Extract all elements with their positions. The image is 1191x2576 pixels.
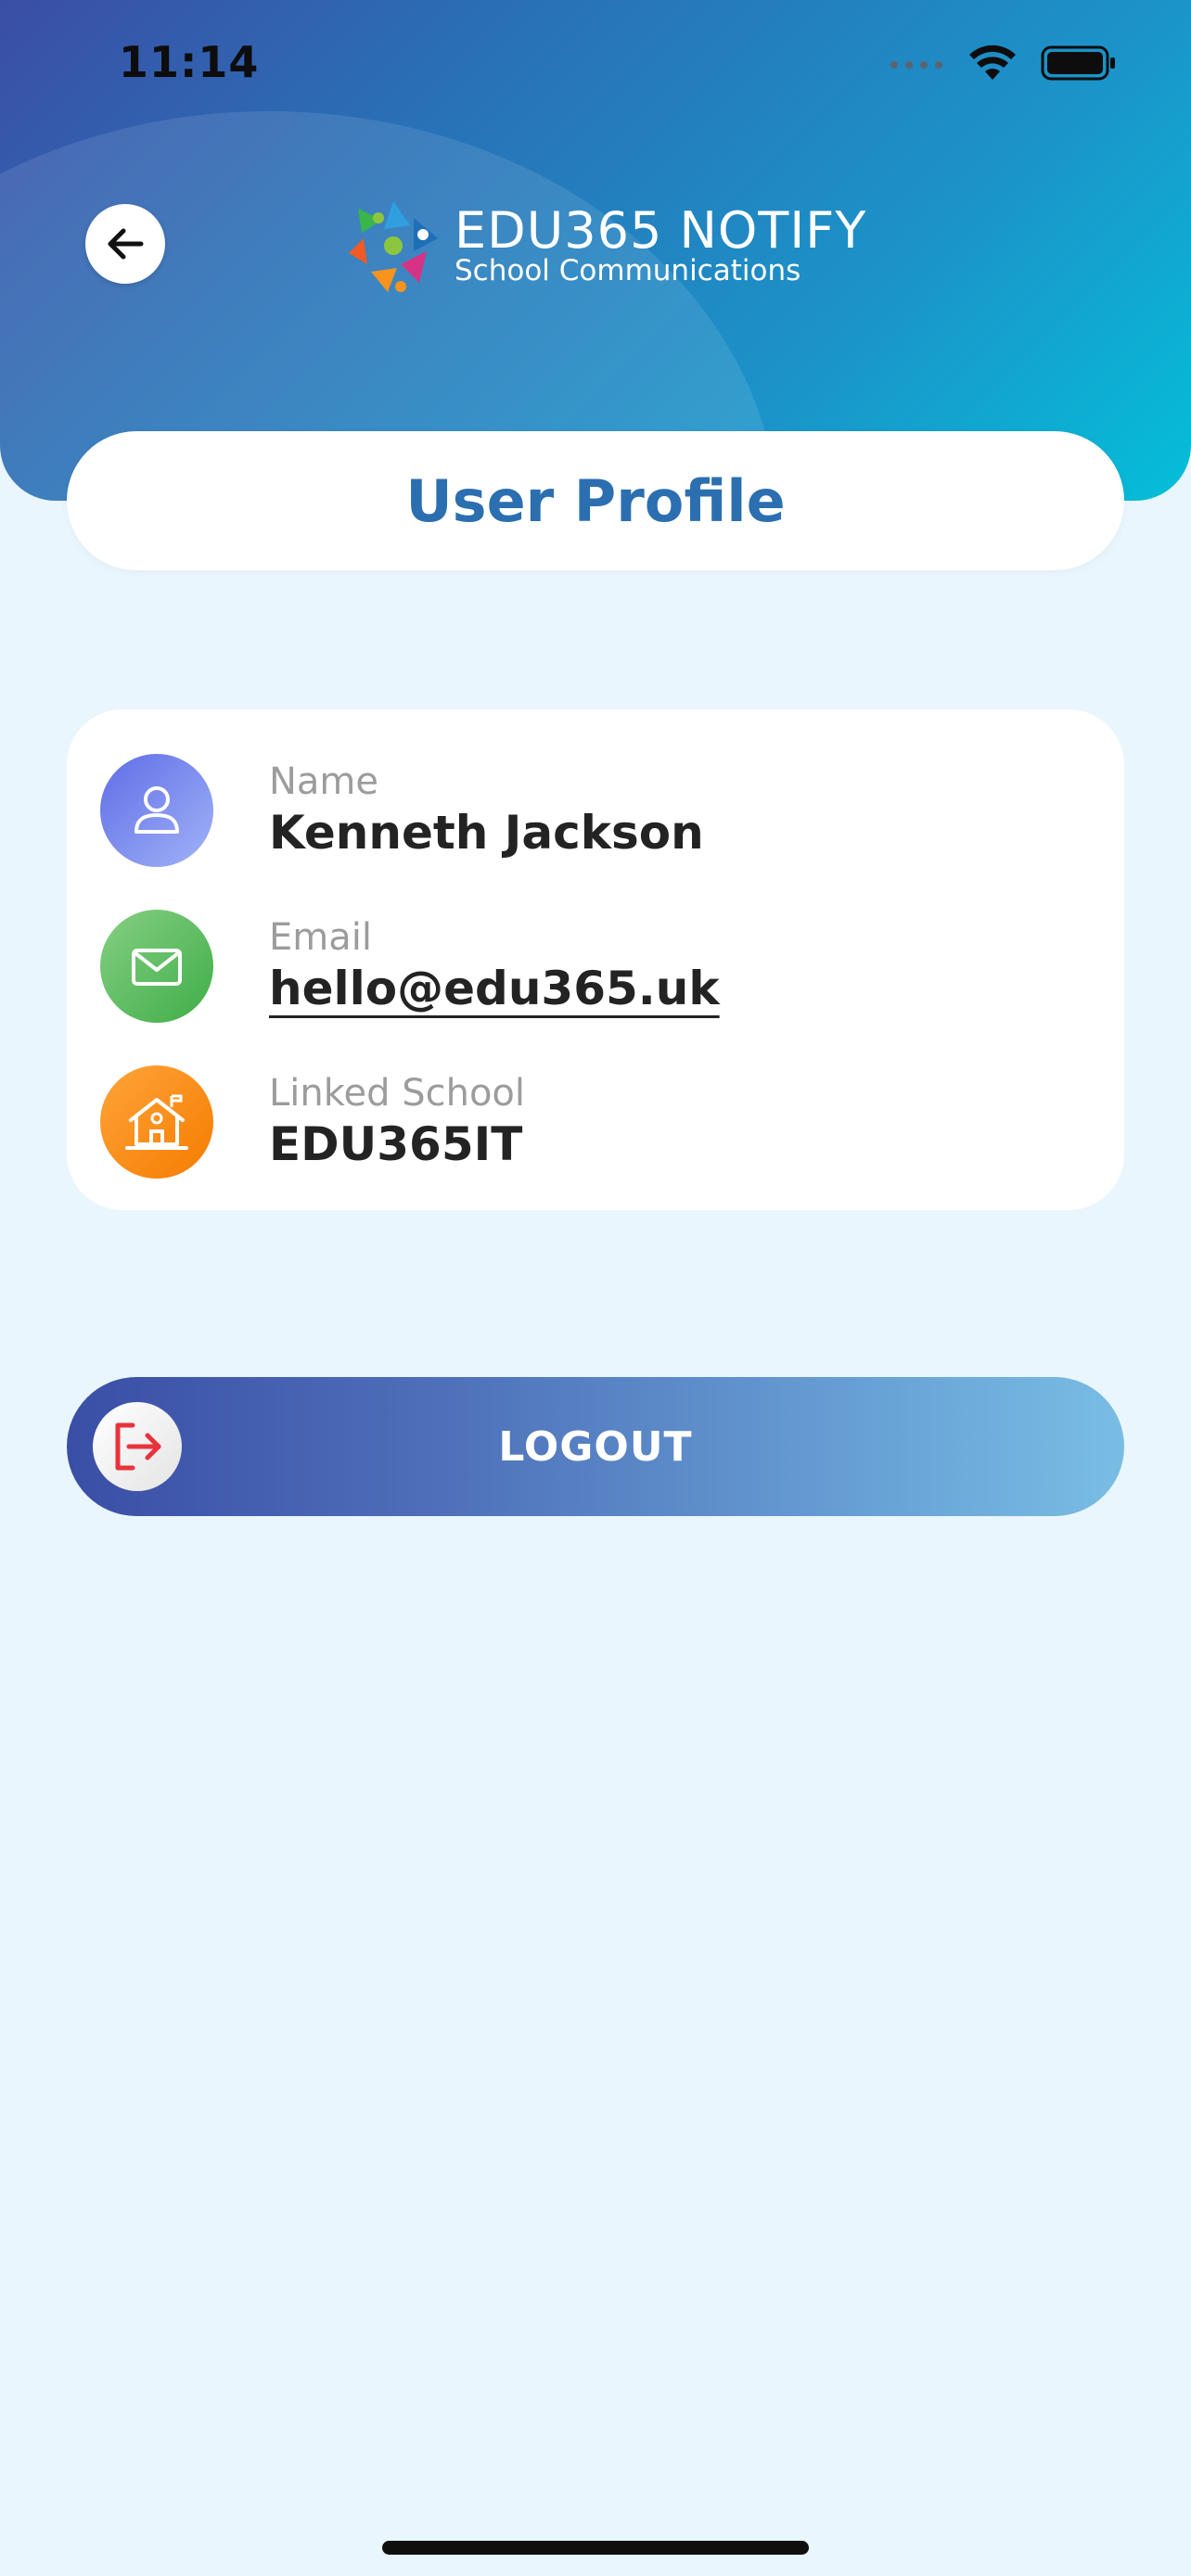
name-label: Name: [269, 760, 379, 803]
school-icon: [100, 1065, 213, 1179]
logo-text: EDU365 NOTIFY School Communications: [455, 201, 867, 288]
logout-icon: [93, 1402, 182, 1491]
school-label: Linked School: [269, 1072, 525, 1115]
back-button[interactable]: [85, 204, 165, 284]
name-text: Name Kenneth Jackson: [269, 759, 704, 861]
mail-icon: [100, 910, 213, 1023]
profile-row-school: Linked School EDU365IT: [100, 1065, 525, 1180]
user-icon: [100, 754, 213, 867]
school-text: Linked School EDU365IT: [269, 1071, 525, 1173]
email-text: Email hello@edu365.uk: [269, 915, 720, 1017]
profile-card: Name Kenneth Jackson Email hello@edu365.…: [67, 709, 1124, 1210]
name-value: Kenneth Jackson: [269, 806, 704, 860]
email-label: Email: [269, 916, 372, 959]
arrow-left-icon: [108, 228, 144, 260]
logo-icon: [349, 201, 438, 292]
status-icons: [889, 45, 1117, 82]
email-link[interactable]: hello@edu365.uk: [269, 960, 720, 1017]
home-indicator[interactable]: [382, 2541, 809, 2555]
profile-row-email: Email hello@edu365.uk: [100, 909, 720, 1024]
app-logo: EDU365 NOTIFY School Communications: [345, 195, 866, 297]
page-title-card: User Profile: [67, 431, 1124, 570]
status-time: 11:14: [119, 37, 260, 87]
profile-row-name: Name Kenneth Jackson: [100, 753, 704, 868]
logout-label: LOGOUT: [498, 1422, 693, 1471]
school-value: EDU365IT: [269, 1117, 523, 1171]
logo-title: EDU365 NOTIFY: [455, 201, 867, 260]
signal-icon: [890, 61, 942, 69]
status-bar: 11:14: [0, 0, 1191, 130]
wifi-icon: [969, 45, 1016, 80]
battery-icon: [1041, 45, 1115, 81]
page-title: User Profile: [405, 466, 786, 535]
logout-button[interactable]: LOGOUT: [67, 1377, 1124, 1516]
